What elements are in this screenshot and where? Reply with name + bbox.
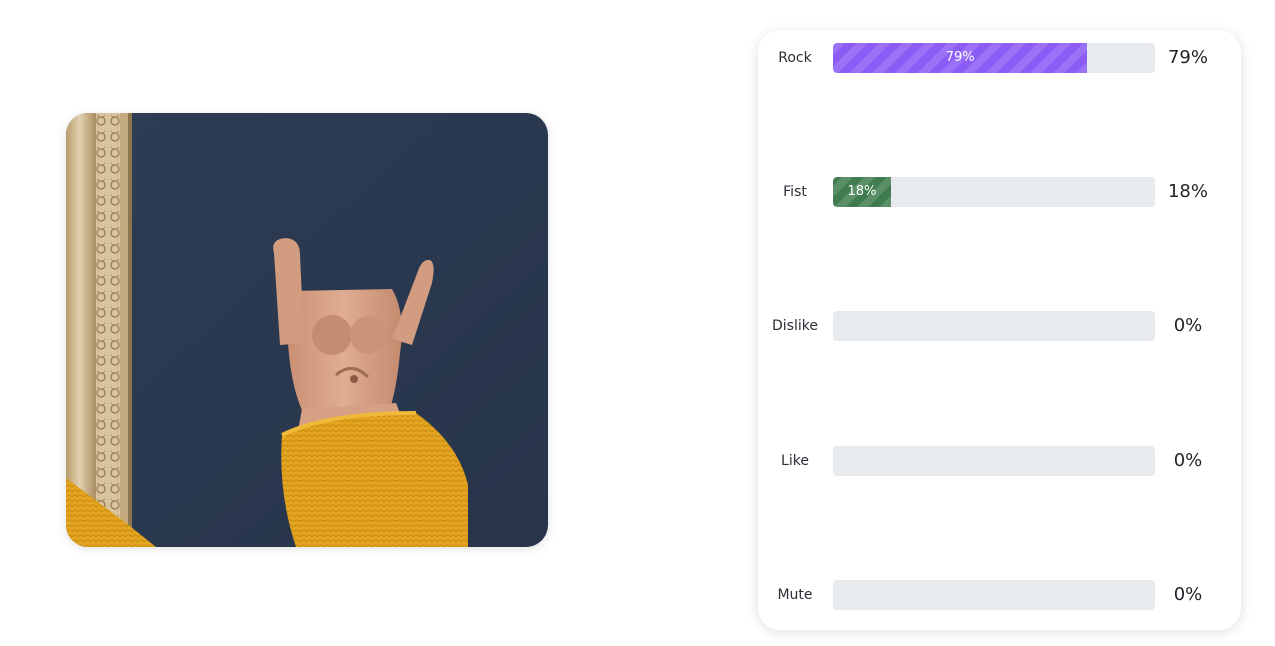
confidence-bar-track bbox=[833, 580, 1155, 610]
app-stage: Rock 79% 79% Fist 18% 18% Dislike 0% Lik… bbox=[0, 0, 1275, 646]
result-row-like: Like 0% bbox=[758, 445, 1241, 477]
confidence-bar-track: 79% bbox=[833, 43, 1155, 73]
input-image-card bbox=[66, 113, 548, 547]
result-row-fist: Fist 18% 18% bbox=[758, 176, 1241, 208]
result-row-mute: Mute 0% bbox=[758, 579, 1241, 611]
confidence-bar-track bbox=[833, 311, 1155, 341]
result-label: Mute bbox=[777, 587, 813, 603]
confidence-value: 0% bbox=[1173, 315, 1203, 336]
confidence-value: 18% bbox=[1167, 181, 1208, 202]
confidence-bar-track bbox=[833, 446, 1155, 476]
hand-gesture-photo bbox=[66, 113, 548, 547]
result-label: Like bbox=[781, 453, 809, 469]
confidence-value: 0% bbox=[1173, 584, 1203, 605]
result-label: Fist bbox=[783, 184, 807, 200]
result-label: Dislike bbox=[772, 318, 818, 334]
confidence-bar-track: 18% bbox=[833, 177, 1155, 207]
result-label: Rock bbox=[778, 50, 812, 66]
confidence-value: 0% bbox=[1173, 450, 1203, 471]
confidence-bar-fill: 18% bbox=[833, 177, 891, 207]
confidence-value: 79% bbox=[1167, 47, 1208, 68]
confidence-bar-fill: 79% bbox=[833, 43, 1088, 73]
result-row-dislike: Dislike 0% bbox=[758, 310, 1241, 342]
result-row-rock: Rock 79% 79% bbox=[758, 42, 1241, 74]
prediction-results-panel: Rock 79% 79% Fist 18% 18% Dislike 0% Lik… bbox=[758, 30, 1241, 630]
